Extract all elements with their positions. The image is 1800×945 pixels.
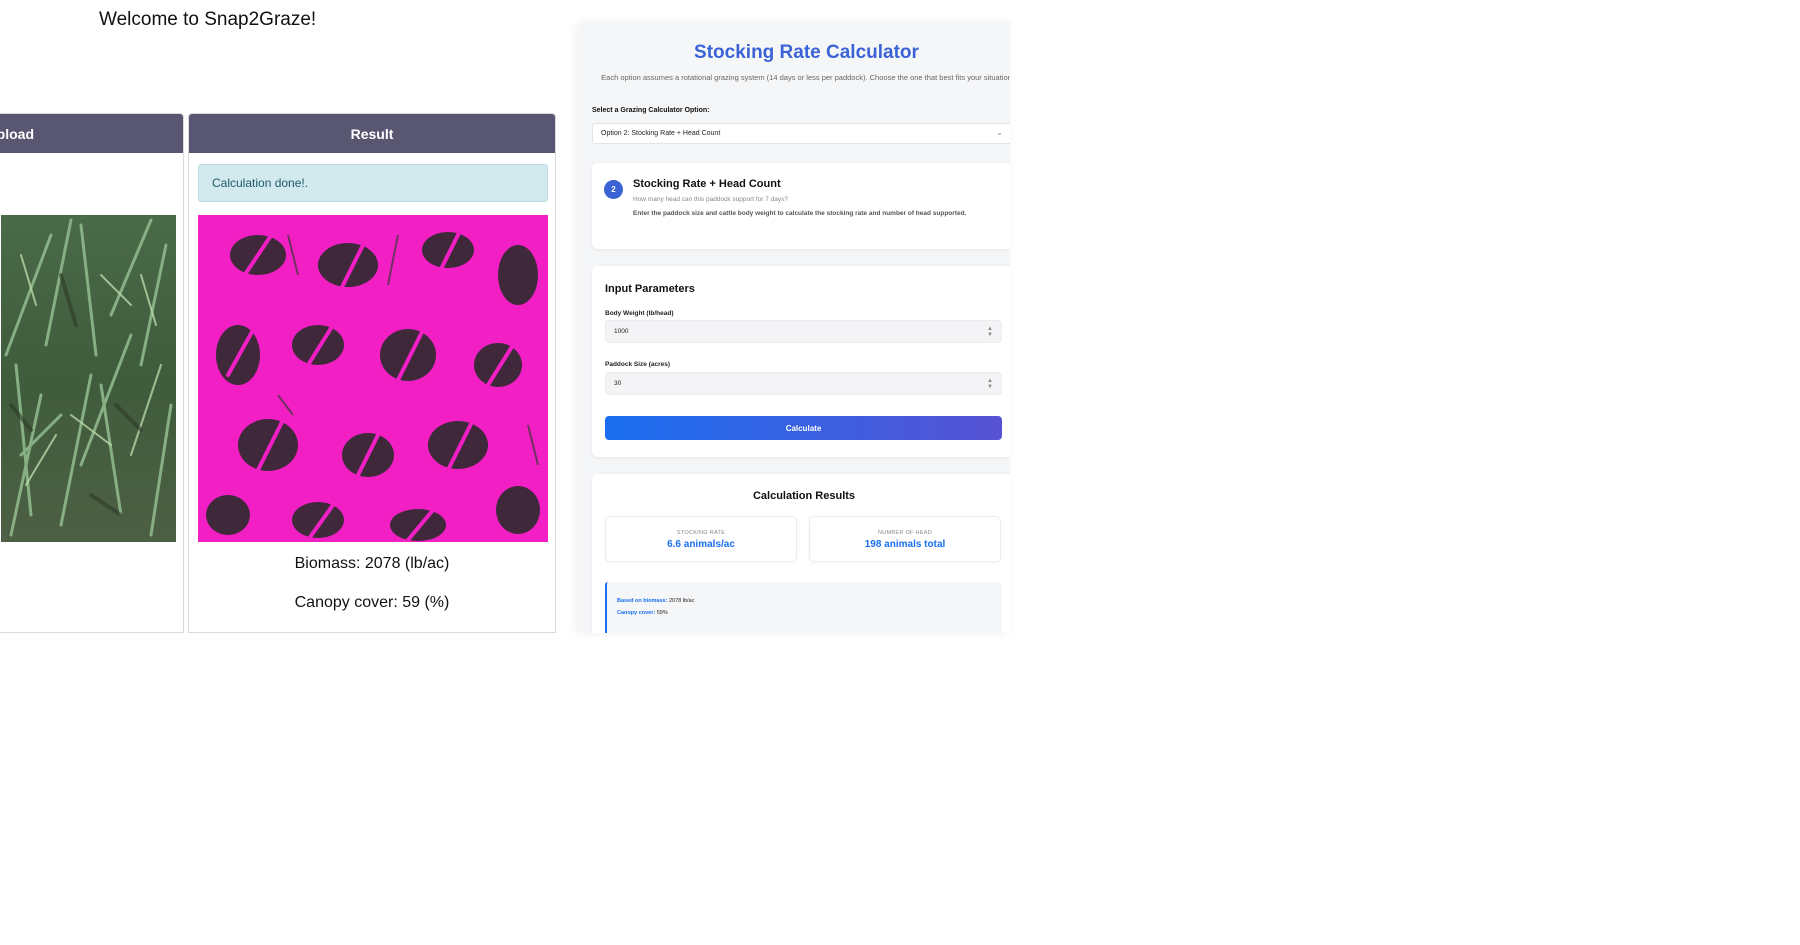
option-select-label: Select a Grazing Calculator Option:	[592, 107, 710, 114]
canopy-basis-key: Canopy cover:	[617, 610, 656, 616]
number-of-head-result: NUMBER OF HEAD 198 animals total	[809, 516, 1001, 562]
canopy-cover-value: Canopy cover: 59 (%)	[294, 594, 450, 611]
calculation-results-title: Calculation Results	[752, 490, 856, 502]
number-of-head-label: NUMBER OF HEAD	[877, 530, 932, 536]
calculation-done-alert: Calculation done!.	[198, 164, 548, 202]
canopy-basis-value: 59%	[655, 610, 668, 616]
segmentation-result-image	[198, 215, 548, 542]
option-title: Stocking Rate + Head Count	[633, 178, 781, 190]
result-basis-info: Based on biomass: 2078 lb/ac Canopy cove…	[605, 582, 1002, 633]
option-number-badge: 2	[604, 180, 623, 199]
input-parameters-card: Input Parameters Body Weight (lb/head) 1…	[592, 266, 1010, 457]
paddock-size-value: 30	[614, 380, 622, 387]
stocking-rate-result: STOCKING RATE 6.6 animals/ac	[605, 516, 797, 562]
stocking-rate-value: 6.6 animals/ac	[667, 539, 735, 550]
biomass-basis-key: Based on biomass:	[617, 598, 668, 604]
stepper-icon[interactable]: ▲ ▼	[987, 326, 993, 338]
stepper-icon[interactable]: ▲ ▼	[987, 378, 993, 390]
uploaded-grass-photo	[1, 215, 176, 542]
stocking-rate-calculator: Stocking Rate Calculator Each option ass…	[577, 22, 1010, 633]
calculator-option-selected: Option 2: Stocking Rate + Head Count	[601, 130, 721, 137]
paddock-size-label: Paddock Size (acres)	[605, 361, 671, 368]
body-weight-label: Body Weight (lb/head)	[605, 310, 674, 317]
upload-panel: upload	[0, 113, 184, 633]
biomass-value: Biomass: 2078 (lb/ac)	[294, 555, 450, 572]
body-weight-input[interactable]: 1000 ▲ ▼	[605, 320, 1002, 343]
paddock-size-input[interactable]: 30 ▲ ▼	[605, 372, 1002, 395]
number-of-head-value: 198 animals total	[864, 539, 946, 550]
body-weight-value: 1000	[614, 328, 629, 335]
option-description-card: 2 Stocking Rate + Head Count How many he…	[592, 163, 1010, 249]
stocking-rate-label: STOCKING RATE	[676, 530, 726, 536]
calculator-title: Stocking Rate Calculator	[694, 42, 919, 63]
calculator-option-select[interactable]: Option 2: Stocking Rate + Head Count ⌄	[592, 123, 1010, 144]
option-question: How many head can this paddock support f…	[633, 196, 789, 203]
result-panel: Result Calculation done!. Biomass: 2078 …	[188, 113, 556, 633]
welcome-heading: Welcome to Snap2Graze!	[99, 9, 317, 30]
biomass-basis-value: 2078 lb/ac	[667, 598, 695, 604]
input-parameters-title: Input Parameters	[605, 283, 695, 295]
option-description: Enter the paddock size and cattle body w…	[633, 210, 967, 217]
calculation-results-card: Calculation Results STOCKING RATE 6.6 an…	[592, 474, 1010, 633]
upload-panel-header: upload	[0, 114, 183, 153]
calculate-button[interactable]: Calculate	[605, 416, 1002, 440]
calculator-subtitle: Each option assumes a rotational grazing…	[601, 73, 1010, 82]
chevron-down-icon: ⌄	[996, 128, 1003, 137]
result-panel-header: Result	[189, 114, 555, 153]
